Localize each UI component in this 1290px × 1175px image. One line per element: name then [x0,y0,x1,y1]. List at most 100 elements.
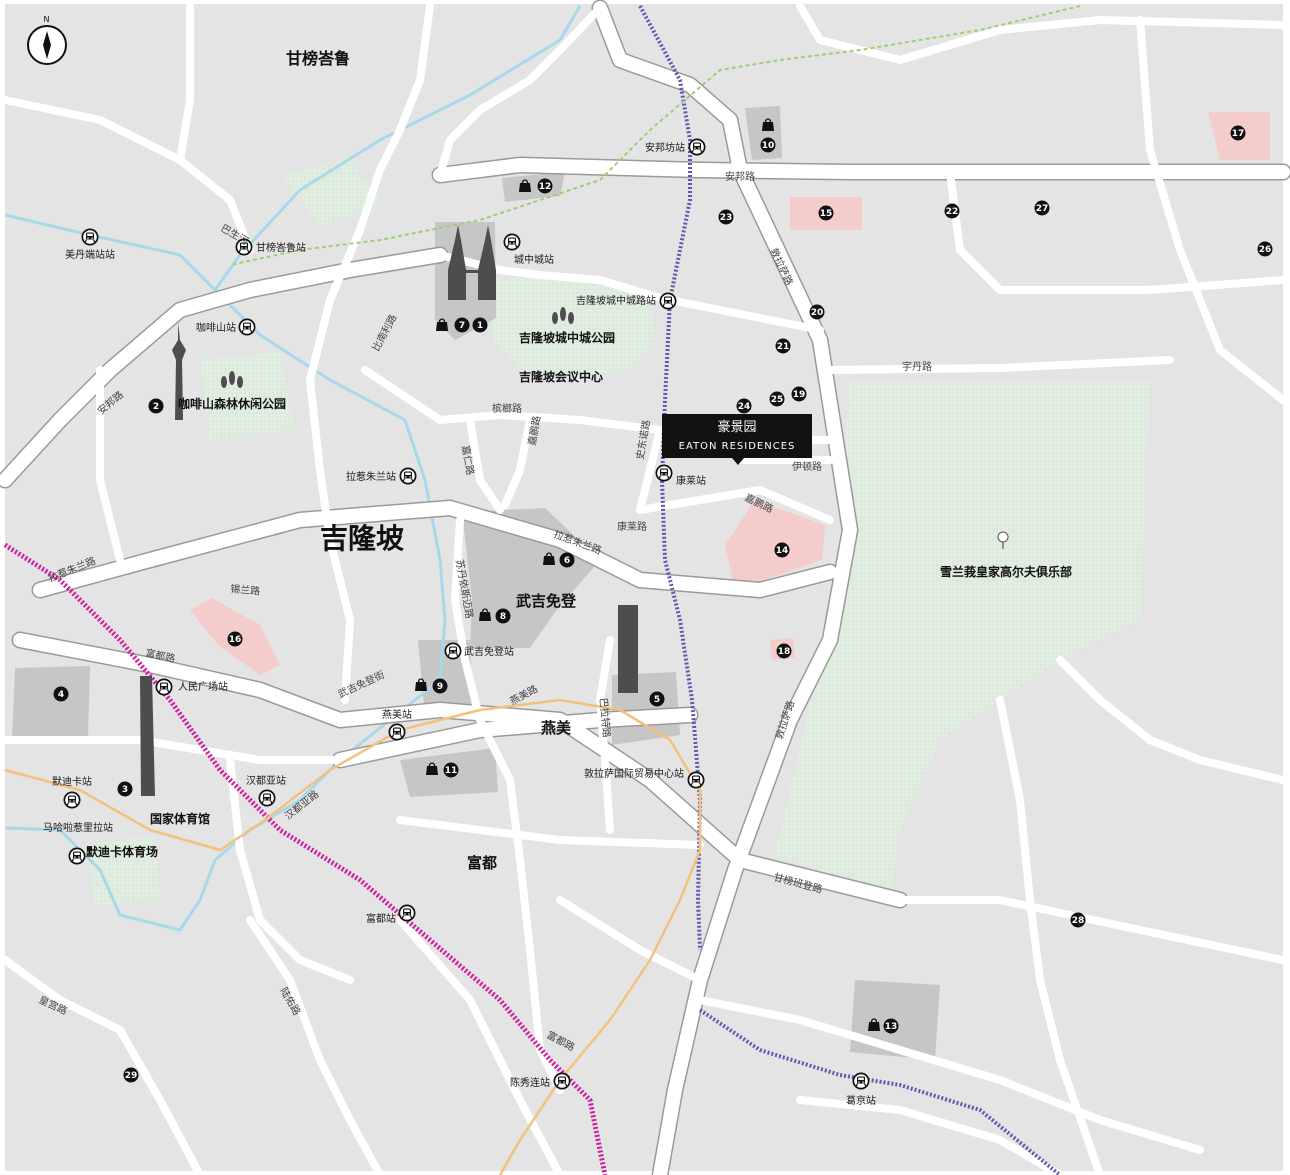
station-label: 汉都亚站 [246,774,286,787]
train-station-icon [80,227,100,247]
district-bukit-bintang: 武吉免登 [516,592,577,610]
skybridge [462,270,482,273]
road-label-ampang: 安邦路 [725,170,755,183]
station-label: 安邦坊站 [645,141,685,154]
station-label: 康莱站 [676,474,706,487]
marker-number: 9 [437,682,443,692]
marker-1[interactable]: 1 [472,317,488,333]
marker-15[interactable]: 15 [818,205,834,221]
district-kuala-lumpur: 吉隆坡 [320,522,404,555]
marker-17[interactable]: 17 [1230,125,1246,141]
station-pasar-seni[interactable]: 人民广场站 [154,677,229,697]
block-4 [12,666,90,740]
station-label: 咖啡山站 [196,321,236,334]
park-golf: 雪兰莪皇家高尔夫俱乐部 [940,564,1072,579]
marker-28[interactable]: 28 [1070,912,1086,928]
train-station-icon [67,846,87,866]
marker-9[interactable]: 9 [432,678,448,694]
train-station-icon [257,788,277,808]
marker-11[interactable]: 11 [443,762,459,778]
map-frame: N 豪景园 EATON RESIDENCES 甘榜峇鲁 吉隆坡 武吉免登 燕美 … [0,0,1290,1175]
train-station-icon [851,1071,871,1091]
marker-number: 8 [500,612,506,622]
exchange-106 [618,605,638,693]
map-canvas: N 豪景园 EATON RESIDENCES 甘榜峇鲁 吉隆坡 武吉免登 燕美 … [0,0,1290,1175]
station-label: 美丹端站站 [65,248,115,261]
marker-20[interactable]: 20 [809,304,825,320]
marker-number: 13 [885,1022,898,1032]
marker-10[interactable]: 10 [760,137,776,153]
station-label: 马哈啦惹里拉站 [43,821,113,834]
marker-number: 23 [720,213,733,223]
marker-number: 15 [820,209,833,219]
road-label-binjai: 槟榔路 [492,402,522,415]
marker-5[interactable]: 5 [649,691,665,707]
marker-13[interactable]: 13 [883,1018,899,1034]
train-station-icon [397,903,417,923]
station-label: 人民广场站 [178,680,228,693]
marker-18[interactable]: 18 [776,643,792,659]
train-station-icon [237,317,257,337]
marker-24[interactable]: 24 [736,398,752,414]
marker-number: 4 [58,690,64,700]
marker-6[interactable]: 6 [559,552,575,568]
marker-12[interactable]: 12 [537,178,553,194]
train-station-icon [654,463,674,483]
park-convention: 吉隆坡会议中心 [519,369,603,384]
marker-21[interactable]: 21 [775,338,791,354]
marker-16[interactable]: 16 [227,631,243,647]
marker-number: 18 [778,647,791,657]
train-station-icon [552,1071,572,1091]
road-label-yap-kwan: 宇丹路 [902,360,932,373]
marker-7[interactable]: 7 [454,317,470,333]
marker-number: 21 [777,342,790,352]
train-station-icon [686,770,706,790]
marker-number: 24 [738,402,751,412]
station-label: 敦拉萨国际贸易中心站 [584,767,684,780]
marker-3[interactable]: 3 [117,781,133,797]
marker-2[interactable]: 2 [148,398,164,414]
marker-number: 20 [811,308,824,318]
district-kampung-baru: 甘榜峇鲁 [286,49,350,68]
marker-25[interactable]: 25 [769,391,785,407]
train-station-icon [443,641,463,661]
train-station-icon [687,137,707,157]
marker-number: 2 [153,402,159,412]
marker-27[interactable]: 27 [1034,200,1050,216]
station-label: 甘榜峇鲁站 [256,241,306,254]
property-name-cn: 豪景园 [717,419,756,435]
marker-14[interactable]: 14 [774,542,790,558]
marker-4[interactable]: 4 [53,686,69,702]
marker-number: 10 [762,141,775,151]
station-label: 富都站 [366,912,396,925]
train-station-icon [398,466,418,486]
marker-number: 12 [539,182,552,192]
district-imbi: 燕美 [541,719,572,737]
marker-8[interactable]: 8 [495,608,511,624]
property-label: 豪景园 EATON RESIDENCES [662,414,812,465]
district-pudu: 富都 [467,854,497,872]
marker-23[interactable]: 23 [718,209,734,225]
marker-26[interactable]: 26 [1257,241,1273,257]
station-label: 吉隆坡城中城路站 [576,294,656,307]
train-station-icon [62,790,82,810]
stadium-national: 国家体育馆 [150,811,210,826]
marker-29[interactable]: 29 [123,1067,139,1083]
property-name-en: EATON RESIDENCES [679,441,796,452]
train-station-icon [387,722,407,742]
marker-number: 5 [654,695,660,705]
marker-number: 11 [445,766,458,776]
marker-number: 29 [125,1071,138,1081]
train-station-icon [154,677,174,697]
road-label-conlay: 康莱路 [617,520,647,533]
marker-22[interactable]: 22 [944,203,960,219]
train-station-icon [658,291,678,311]
station-label: 葛京站 [846,1094,876,1107]
station-label: 陈秀连站 [510,1076,550,1089]
marker-19[interactable]: 19 [791,386,807,402]
marker-number: 25 [771,395,784,405]
marker-number: 17 [1232,129,1245,139]
marker-number: 26 [1259,245,1272,255]
marker-number: 28 [1072,916,1085,926]
forest-park-area [200,352,295,440]
